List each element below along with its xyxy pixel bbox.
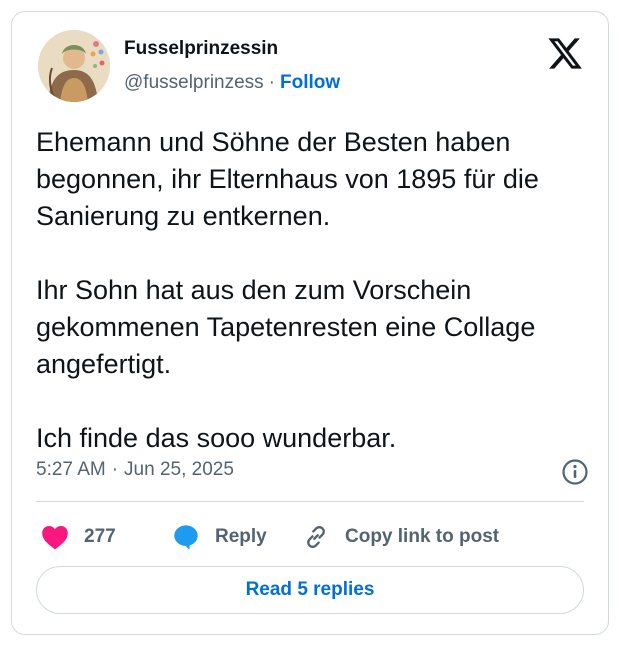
follow-button[interactable]: Follow: [280, 72, 340, 93]
post-paragraph: Ihr Sohn hat aus den zum Vorschein gekom…: [36, 275, 536, 379]
avatar[interactable]: [38, 30, 110, 102]
post-time: 5:27 AM: [36, 459, 106, 480]
display-name[interactable]: Fusselprinzessin: [124, 38, 278, 60]
copy-link-label: Copy link to post: [345, 526, 500, 547]
speech-bubble-icon: [171, 522, 201, 552]
info-icon[interactable]: [561, 458, 589, 486]
divider: [36, 501, 584, 502]
action-bar: 277 Reply Copy link to post: [36, 517, 584, 557]
post-paragraph: Ehemann und Söhne der Besten haben begon…: [36, 127, 539, 231]
heart-icon: [40, 522, 70, 552]
link-icon: [301, 522, 331, 552]
info-graphic: [562, 459, 588, 485]
like-count: 277: [84, 526, 116, 547]
copy-link-button[interactable]: Copy link to post: [301, 517, 499, 557]
reply-button[interactable]: Reply: [171, 517, 267, 557]
handle-row: @fusselprinzess · Follow: [124, 72, 340, 94]
post-paragraph: Ich finde das sooo wunderbar.: [36, 423, 397, 453]
date-separator: ·: [111, 459, 119, 480]
x-logo-graphic: [548, 38, 582, 69]
read-replies-button[interactable]: Read 5 replies: [36, 566, 584, 614]
handle-separator: ·: [268, 72, 275, 93]
post-timestamp[interactable]: 5:27 AM · Jun 25, 2025: [36, 459, 234, 481]
post-date: Jun 25, 2025: [124, 459, 234, 480]
x-logo-icon[interactable]: [548, 38, 582, 70]
avatar-image: [38, 30, 110, 102]
post-card: Fusselprinzessin @fusselprinzess · Follow …: [11, 11, 609, 635]
like-button[interactable]: 277: [40, 517, 116, 557]
user-handle[interactable]: @fusselprinzess: [124, 72, 264, 93]
reply-label: Reply: [215, 526, 267, 547]
post-text: Ehemann und Söhne der Besten haben begon…: [36, 124, 591, 457]
